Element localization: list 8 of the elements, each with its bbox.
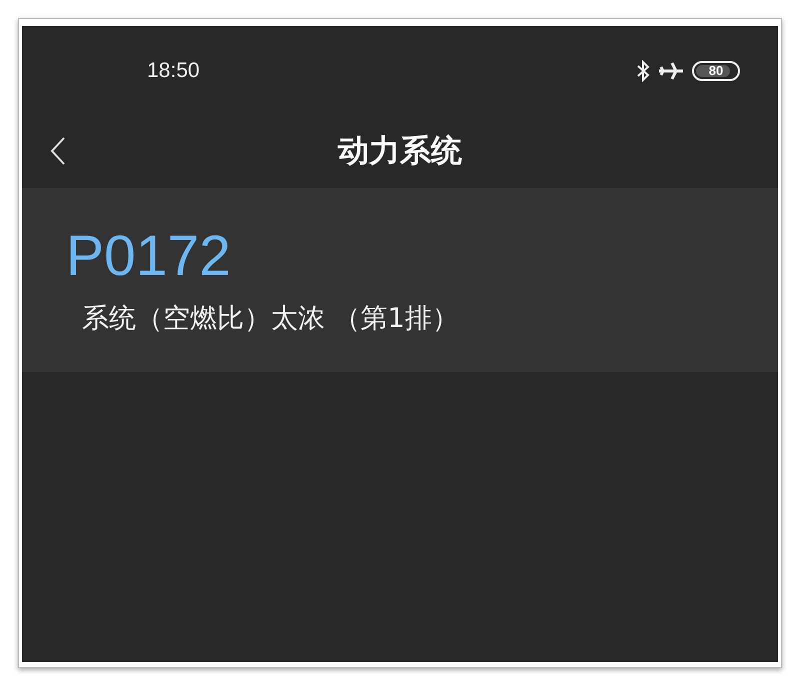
battery-level: 80 <box>708 63 724 79</box>
fault-description: 系统（空燃比）太浓 （第1排） <box>82 302 460 336</box>
page-title: 动力系统 <box>338 132 462 171</box>
status-time: 18:50 <box>147 58 200 84</box>
airplane-icon <box>658 61 684 81</box>
bluetooth-icon <box>636 60 650 82</box>
fault-code: P0172 <box>66 228 232 285</box>
back-icon[interactable] <box>50 136 66 166</box>
